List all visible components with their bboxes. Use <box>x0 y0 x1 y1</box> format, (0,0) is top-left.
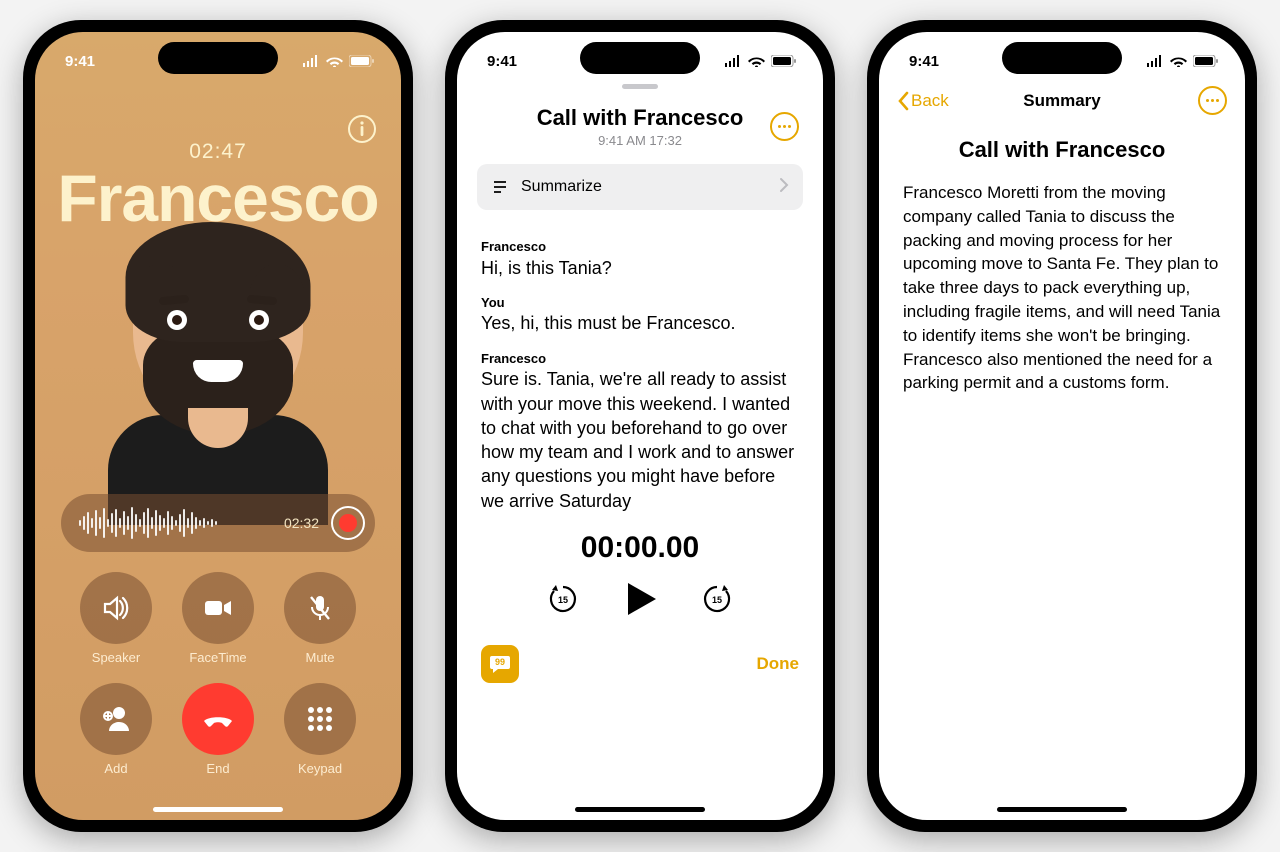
recording-time: 02:32 <box>284 515 319 531</box>
ellipsis-icon <box>1206 99 1219 102</box>
more-button[interactable] <box>770 112 799 141</box>
call-controls: Speaker FaceTime Mute Add End Keypad <box>35 572 401 776</box>
wifi-icon <box>748 55 765 67</box>
speech-bubble-icon: 99 <box>489 653 511 675</box>
svg-text:99: 99 <box>495 657 505 667</box>
nav-bar: Back Summary <box>879 80 1245 115</box>
transcript-title: Call with Francesco <box>537 105 744 131</box>
phone-mockup-summary: 9:41 Back Summary Call with Francesco Fr… <box>867 20 1257 832</box>
info-button[interactable] <box>347 114 377 144</box>
mute-label: Mute <box>306 650 335 665</box>
facetime-control[interactable]: FaceTime <box>182 572 254 665</box>
svg-text:15: 15 <box>712 595 722 605</box>
call-screen: 9:41 02:47 Francesco <box>35 32 401 820</box>
dynamic-island <box>158 42 278 74</box>
cellular-icon <box>724 55 742 67</box>
ellipsis-icon <box>778 125 791 128</box>
back-button[interactable]: Back <box>897 91 949 111</box>
sheet-grabber[interactable] <box>622 84 658 89</box>
caller-avatar <box>35 230 401 500</box>
transcript-line: Sure is. Tania, we're all ready to assis… <box>481 367 799 513</box>
add-control[interactable]: Add <box>80 683 152 776</box>
battery-icon <box>349 55 375 67</box>
speaker-label: You <box>481 294 799 312</box>
speaker-label: Speaker <box>92 650 140 665</box>
more-button[interactable] <box>1198 86 1227 115</box>
chevron-left-icon <box>897 91 909 111</box>
record-button[interactable] <box>331 506 365 540</box>
battery-icon <box>1193 55 1219 67</box>
facetime-label: FaceTime <box>189 650 246 665</box>
status-time: 9:41 <box>909 53 939 70</box>
keypad-label: Keypad <box>298 761 342 776</box>
summarize-icon <box>491 178 509 196</box>
status-icons <box>724 55 797 67</box>
mute-control[interactable]: Mute <box>284 572 356 665</box>
summary-screen: 9:41 Back Summary Call with Francesco Fr… <box>879 32 1245 820</box>
phone-mockup-transcript: 9:41 Call with Francesco 9:41 AM 17:32 S… <box>445 20 835 832</box>
rewind-15-button[interactable]: 15 <box>546 582 580 616</box>
transcript-subtitle: 9:41 AM 17:32 <box>537 133 744 148</box>
bottom-toolbar: 99 Done <box>457 645 823 683</box>
dynamic-island <box>1002 42 1122 74</box>
back-label: Back <box>911 91 949 111</box>
status-icons <box>302 55 375 67</box>
keypad-control[interactable]: Keypad <box>284 683 356 776</box>
end-call-control[interactable]: End <box>182 683 254 776</box>
transcript-toggle-button[interactable]: 99 <box>481 645 519 683</box>
status-time: 9:41 <box>487 53 517 70</box>
status-time: 9:41 <box>65 53 95 70</box>
transcript-body[interactable]: Francesco Hi, is this Tania? You Yes, hi… <box>457 210 823 513</box>
end-label: End <box>206 761 229 776</box>
phone-down-icon <box>200 701 236 737</box>
speaker-icon <box>99 591 133 625</box>
chevron-right-icon <box>779 177 789 198</box>
keypad-icon <box>303 702 337 736</box>
transcript-line: Yes, hi, this must be Francesco. <box>481 311 799 335</box>
transcript-header: Call with Francesco 9:41 AM 17:32 <box>457 105 823 148</box>
done-button[interactable]: Done <box>757 654 800 674</box>
home-indicator[interactable] <box>575 807 705 812</box>
status-icons <box>1146 55 1219 67</box>
playback-time: 00:00.00 <box>457 531 823 565</box>
wifi-icon <box>1170 55 1187 67</box>
add-label: Add <box>104 761 127 776</box>
summary-body: Francesco Moretti from the moving compan… <box>879 163 1245 395</box>
phone-mockup-call: 9:41 02:47 Francesco <box>23 20 413 832</box>
recording-waveform-row: 02:32 <box>61 494 375 552</box>
home-indicator[interactable] <box>997 807 1127 812</box>
speaker-label: Francesco <box>481 350 799 368</box>
nav-title: Summary <box>1023 91 1100 111</box>
mute-icon <box>303 591 337 625</box>
summary-heading: Call with Francesco <box>879 137 1245 163</box>
cellular-icon <box>1146 55 1164 67</box>
summarize-button[interactable]: Summarize <box>477 164 803 210</box>
transcript-line: Hi, is this Tania? <box>481 256 799 280</box>
video-icon <box>201 591 235 625</box>
home-indicator[interactable] <box>153 807 283 812</box>
svg-text:15: 15 <box>558 595 568 605</box>
speaker-control[interactable]: Speaker <box>80 572 152 665</box>
cellular-icon <box>302 55 320 67</box>
transcript-screen: 9:41 Call with Francesco 9:41 AM 17:32 S… <box>457 32 823 820</box>
forward-15-button[interactable]: 15 <box>700 582 734 616</box>
play-button[interactable] <box>620 579 660 619</box>
summarize-label: Summarize <box>521 178 602 196</box>
battery-icon <box>771 55 797 67</box>
playback-controls: 15 15 <box>457 579 823 619</box>
dynamic-island <box>580 42 700 74</box>
wifi-icon <box>326 55 343 67</box>
add-person-icon <box>99 702 133 736</box>
waveform-icon <box>79 507 272 539</box>
speaker-label: Francesco <box>481 238 799 256</box>
